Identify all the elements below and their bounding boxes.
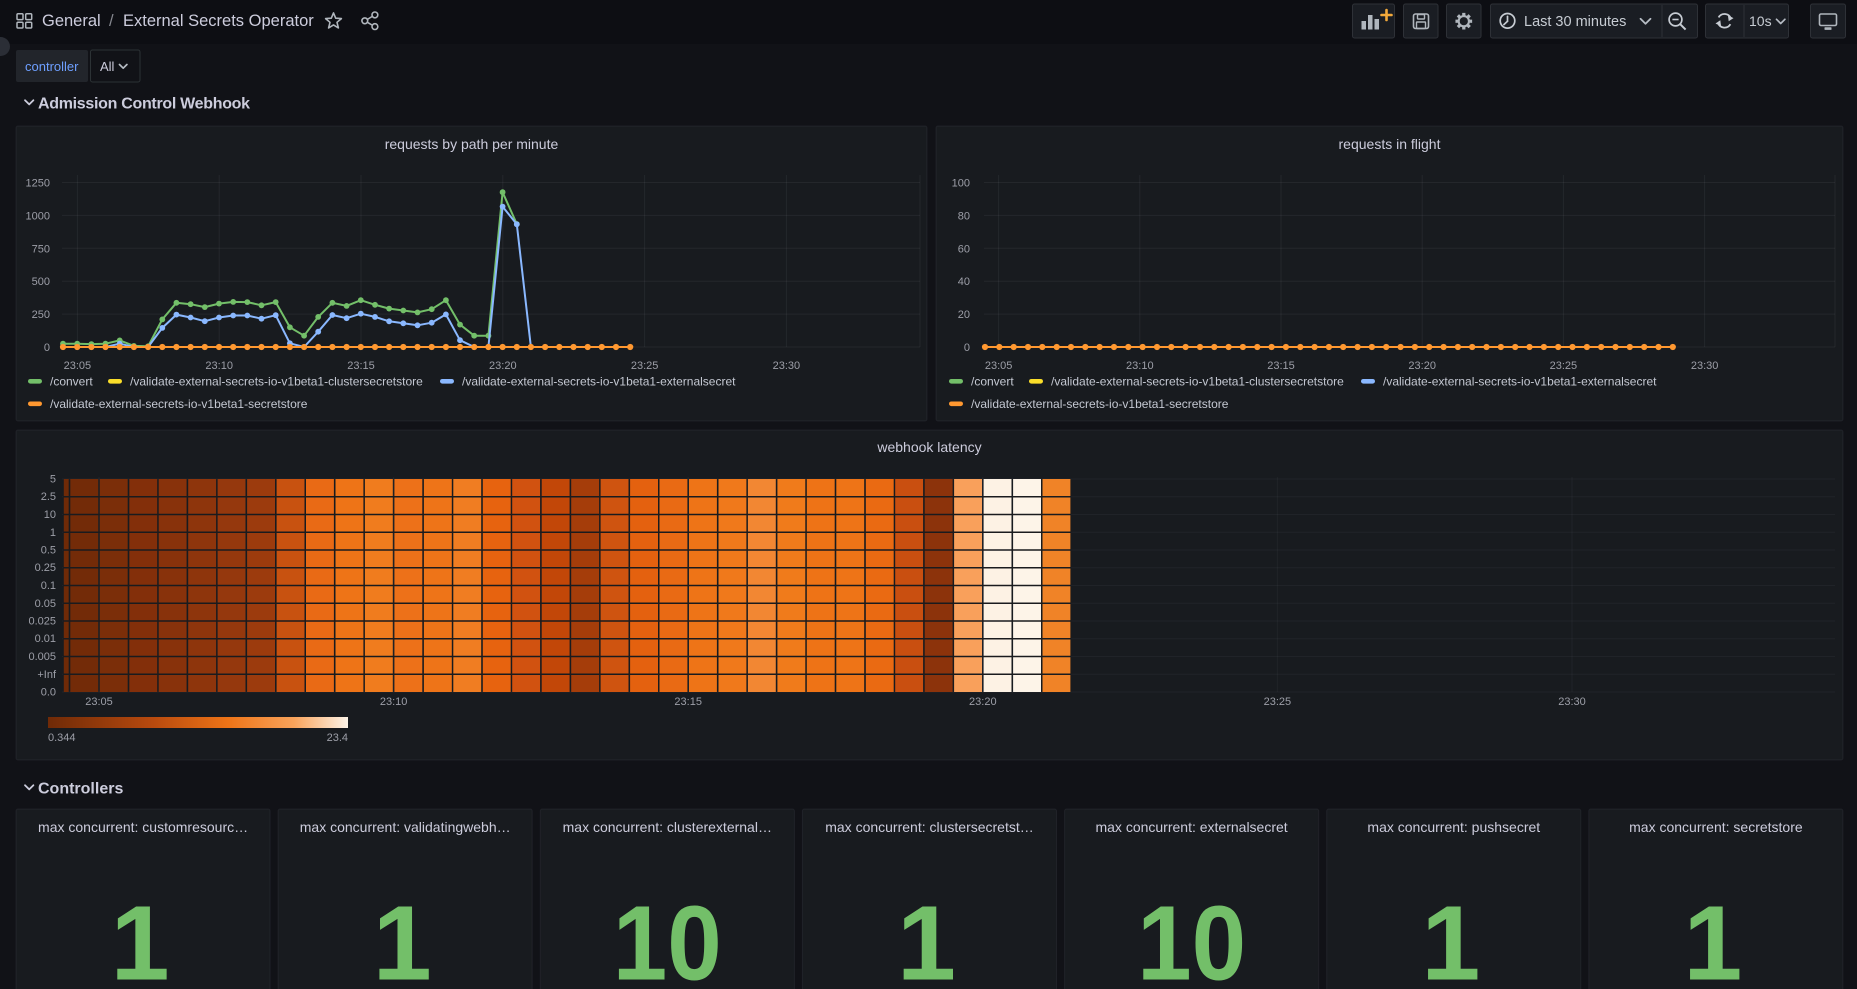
svg-text:General: General: [42, 12, 101, 30]
svg-text:External Secrets Operator: External Secrets Operator: [123, 12, 314, 30]
svg-text:750: 750: [32, 243, 50, 255]
svg-text:max concurrent: clusterexterna: max concurrent: clusterexternal…: [563, 819, 772, 835]
svg-text:/validate-external-secrets-io-: /validate-external-secrets-io-v1beta1-cl…: [1051, 375, 1344, 389]
svg-text:60: 60: [958, 243, 970, 255]
svg-text:1: 1: [1683, 885, 1742, 989]
svg-text:0: 0: [44, 342, 50, 354]
svg-text:Controllers: Controllers: [38, 781, 123, 798]
svg-text:500: 500: [32, 276, 50, 288]
svg-text:2.5: 2.5: [41, 491, 56, 503]
svg-text:23.4: 23.4: [327, 732, 348, 744]
svg-text:23:30: 23:30: [1691, 360, 1719, 372]
svg-text:0.344: 0.344: [48, 732, 76, 744]
svg-text:1: 1: [897, 885, 956, 989]
svg-text:23:20: 23:20: [969, 696, 997, 708]
svg-text:23:15: 23:15: [1267, 360, 1295, 372]
svg-text:/validate-external-secrets-io-: /validate-external-secrets-io-v1beta1-se…: [971, 397, 1229, 411]
svg-text:+Inf: +Inf: [37, 669, 57, 681]
svg-text:23:10: 23:10: [205, 360, 233, 372]
svg-text:/validate-external-secrets-io-: /validate-external-secrets-io-v1beta1-ex…: [462, 375, 736, 389]
svg-text:20: 20: [958, 309, 970, 321]
svg-text:23:10: 23:10: [1126, 360, 1154, 372]
svg-text:0.025: 0.025: [28, 616, 56, 628]
svg-text:23:20: 23:20: [489, 360, 517, 372]
svg-text:max concurrent: clustersecrets: max concurrent: clustersecretst…: [825, 819, 1034, 835]
svg-text:23:30: 23:30: [1558, 696, 1586, 708]
svg-text:80: 80: [958, 210, 970, 222]
svg-text:5: 5: [50, 474, 56, 486]
svg-text:0.1: 0.1: [41, 580, 56, 592]
svg-text:All: All: [100, 59, 115, 74]
svg-text:23:15: 23:15: [347, 360, 375, 372]
svg-text:max concurrent: secretstore: max concurrent: secretstore: [1629, 819, 1803, 835]
svg-text:40: 40: [958, 276, 970, 288]
svg-text:/convert: /convert: [50, 375, 93, 389]
svg-text:webhook latency: webhook latency: [876, 439, 981, 455]
svg-text:23:25: 23:25: [631, 360, 659, 372]
svg-text:Admission Control Webhook: Admission Control Webhook: [38, 96, 250, 113]
svg-text:23:25: 23:25: [1264, 696, 1292, 708]
svg-text:10: 10: [613, 885, 722, 989]
svg-text:1: 1: [373, 885, 432, 989]
svg-text:10s: 10s: [1749, 13, 1772, 29]
svg-text:23:05: 23:05: [85, 696, 113, 708]
svg-text:max concurrent: externalsecret: max concurrent: externalsecret: [1095, 819, 1287, 835]
svg-text:requests by path per minute: requests by path per minute: [385, 136, 559, 152]
svg-text:23:10: 23:10: [380, 696, 408, 708]
svg-text:100: 100: [952, 178, 970, 190]
svg-text:max concurrent: customresourc…: max concurrent: customresourc…: [38, 819, 248, 835]
svg-text:Last 30 minutes: Last 30 minutes: [1524, 14, 1626, 30]
svg-text:controller: controller: [25, 59, 79, 74]
svg-text:requests in flight: requests in flight: [1339, 136, 1441, 152]
svg-text:1250: 1250: [26, 178, 50, 190]
svg-text:1000: 1000: [26, 210, 50, 222]
svg-text:0: 0: [964, 342, 970, 354]
svg-text:23:05: 23:05: [985, 360, 1013, 372]
svg-text:0.01: 0.01: [35, 633, 56, 645]
svg-text:/validate-external-secrets-io-: /validate-external-secrets-io-v1beta1-cl…: [130, 375, 423, 389]
svg-text:/: /: [109, 12, 114, 30]
svg-text:23:25: 23:25: [1550, 360, 1578, 372]
svg-text:23:20: 23:20: [1408, 360, 1436, 372]
svg-text:/validate-external-secrets-io-: /validate-external-secrets-io-v1beta1-ex…: [1383, 375, 1657, 389]
svg-text:/validate-external-secrets-io-: /validate-external-secrets-io-v1beta1-se…: [50, 397, 308, 411]
svg-text:max concurrent: pushsecret: max concurrent: pushsecret: [1367, 819, 1540, 835]
svg-text:1: 1: [1421, 885, 1480, 989]
svg-text:0.005: 0.005: [28, 651, 56, 663]
svg-text:1: 1: [50, 527, 56, 539]
svg-text:max concurrent: validatingwebh: max concurrent: validatingwebh…: [300, 819, 511, 835]
svg-text:23:05: 23:05: [64, 360, 92, 372]
svg-text:0.0: 0.0: [41, 687, 56, 699]
svg-text:23:15: 23:15: [674, 696, 702, 708]
svg-text:0.5: 0.5: [41, 545, 56, 557]
svg-text:1: 1: [111, 885, 170, 989]
svg-text:250: 250: [32, 309, 50, 321]
svg-text:/convert: /convert: [971, 375, 1014, 389]
svg-text:23:30: 23:30: [773, 360, 801, 372]
svg-text:10: 10: [1137, 885, 1246, 989]
svg-text:0.05: 0.05: [35, 598, 56, 610]
svg-text:0.25: 0.25: [35, 562, 56, 574]
svg-text:10: 10: [44, 509, 56, 521]
